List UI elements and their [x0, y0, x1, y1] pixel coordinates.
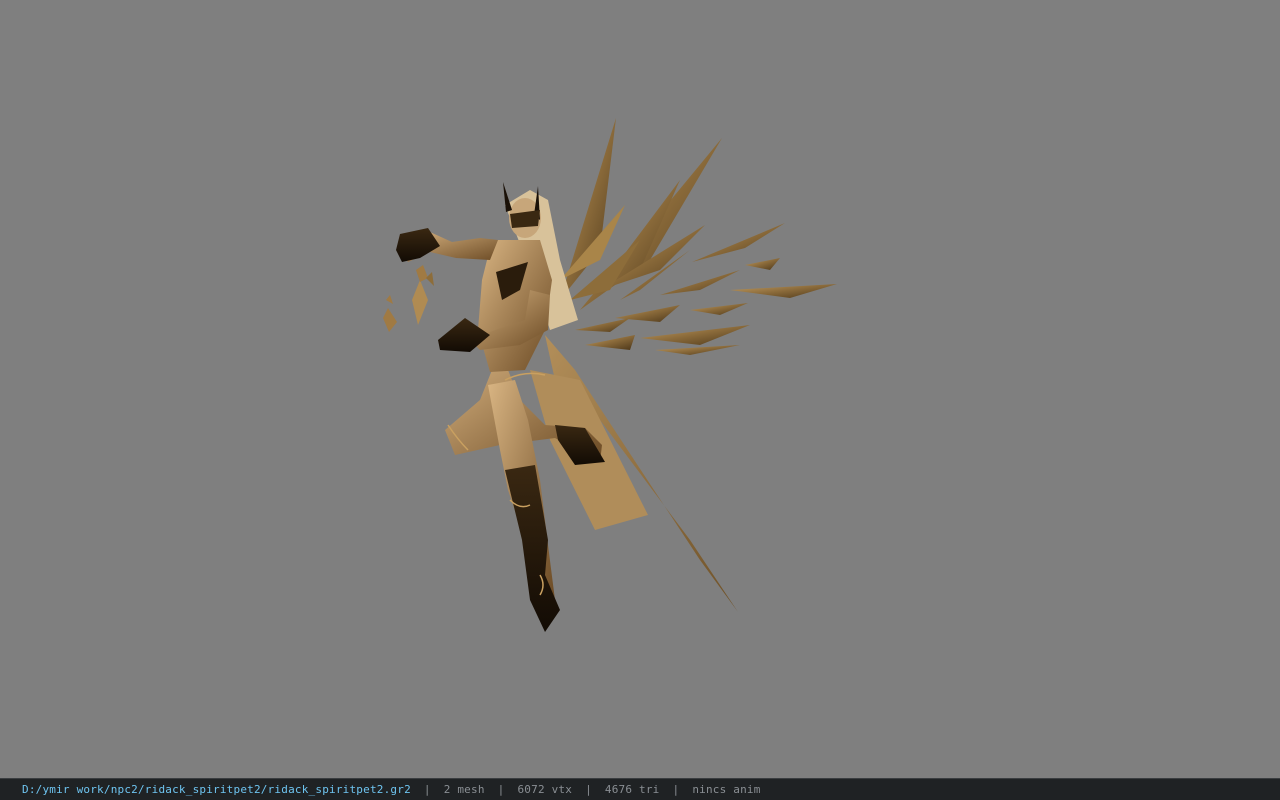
character-model — [383, 118, 837, 632]
separator: | — [672, 783, 680, 796]
3d-viewport[interactable] — [0, 0, 1280, 778]
separator: | — [585, 783, 592, 796]
file-path: D:/ymir work/npc2/ridack_spiritpet2/rida… — [22, 783, 411, 796]
vertex-count: 6072 vtx — [517, 783, 573, 796]
separator: | — [497, 783, 505, 796]
boot-front — [505, 465, 560, 632]
rock-fragments — [383, 265, 434, 332]
helm-horn-left — [503, 182, 512, 212]
wing — [560, 118, 837, 355]
triangle-count: 4676 tri — [604, 783, 660, 796]
mesh-count: 2 mesh — [443, 783, 485, 796]
claw-raised — [396, 228, 440, 262]
separator: | — [423, 783, 431, 796]
animation-status: nincs anim — [692, 783, 761, 796]
status-bar: D:/ymir work/npc2/ridack_spiritpet2/rida… — [0, 778, 1280, 800]
